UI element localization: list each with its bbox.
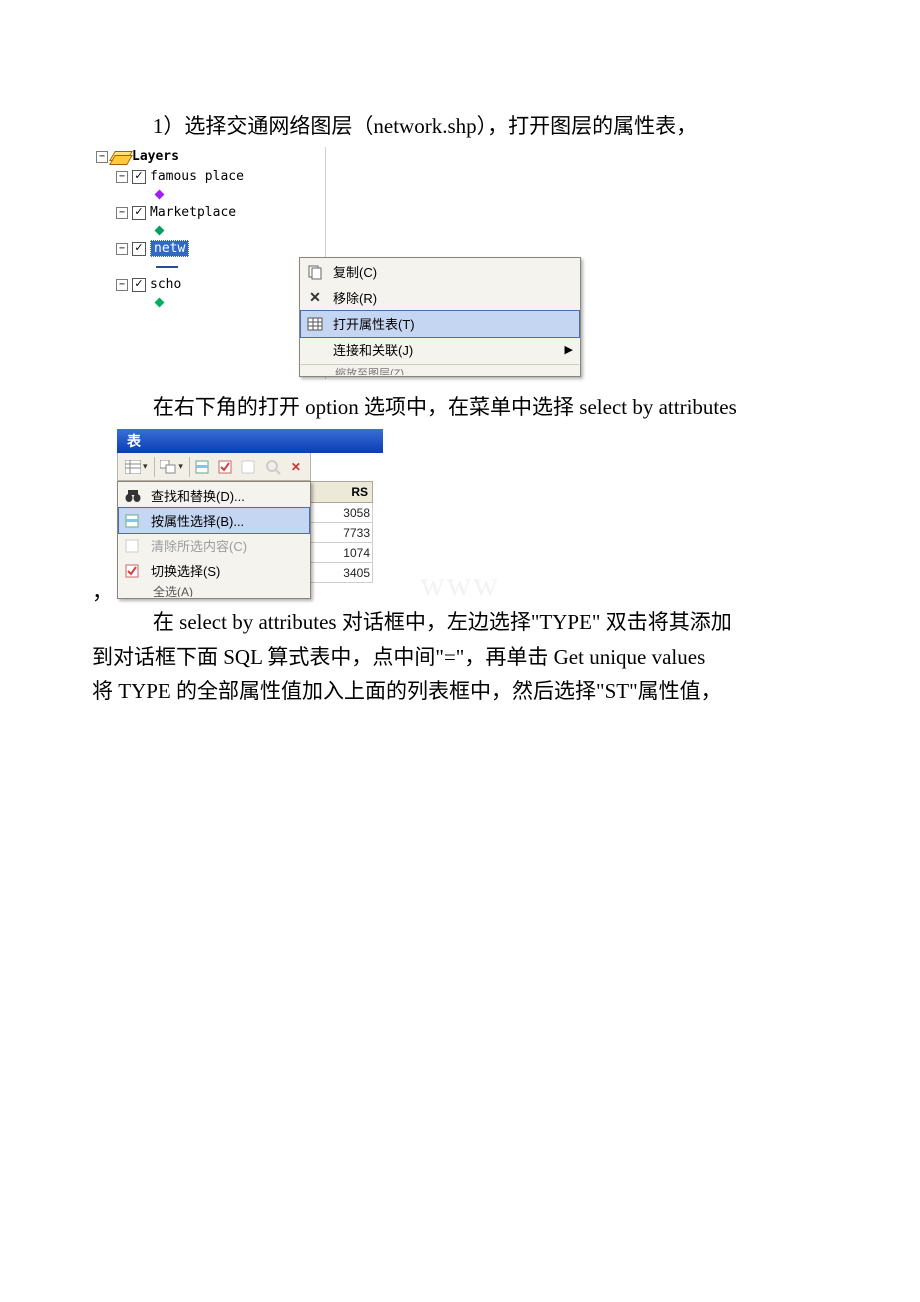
table-window-titlebar: 表 bbox=[117, 429, 383, 453]
option-cut-row: 全选(A) bbox=[119, 583, 309, 597]
paragraph-2: 在右下角的打开 option 选项中，在菜单中选择 select by attr… bbox=[92, 391, 828, 424]
toolbar-separator bbox=[154, 457, 155, 477]
checkbox-icon[interactable]: ✓ bbox=[132, 278, 146, 292]
copy-icon bbox=[305, 262, 325, 282]
paragraph-3-line-2: 到对话框下面 SQL 算式表中，点中间"="，再单击 Get unique va… bbox=[92, 641, 828, 674]
stray-comma: ， bbox=[92, 576, 113, 606]
collapse-icon[interactable]: − bbox=[116, 243, 128, 255]
remove-icon: ✕ bbox=[305, 288, 325, 308]
layer-item-famous-place[interactable]: − ✓ famous place bbox=[92, 167, 325, 187]
table-window-title: 表 bbox=[127, 431, 141, 451]
context-menu-item-label: 移除(R) bbox=[333, 288, 377, 307]
option-label: 查找和替换(D)... bbox=[151, 486, 245, 505]
grid-cell: 1074 bbox=[309, 543, 373, 563]
screenshot-table-options-menu: 表 bbox=[117, 429, 383, 594]
delete-button[interactable]: ✕ bbox=[286, 455, 306, 479]
grid-cell: 3058 bbox=[309, 503, 373, 523]
option-clear-selection[interactable]: 清除所选内容(C) bbox=[119, 533, 309, 558]
table-icon bbox=[305, 314, 325, 334]
layer-symbol bbox=[92, 223, 325, 239]
context-menu-join-relate[interactable]: 连接和关联(J) ▶ bbox=[301, 337, 579, 363]
context-menu-remove[interactable]: ✕ 移除(R) bbox=[301, 285, 579, 311]
context-menu-copy[interactable]: 复制(C) bbox=[301, 259, 579, 285]
submenu-arrow-icon: ▶ bbox=[565, 343, 573, 356]
context-menu-item-label: 复制(C) bbox=[333, 262, 377, 281]
layers-icon bbox=[112, 151, 128, 163]
paragraph-2-text: 在右下角的打开 option 选项中，在菜单中选择 select by attr… bbox=[153, 395, 737, 419]
diamond-symbol-icon bbox=[155, 190, 165, 200]
table-toolbar: ✕ bbox=[117, 453, 311, 481]
context-menu: 复制(C) ✕ 移除(R) 打开属性表(T) 连接和关联(J) ▶ 缩放至图层(… bbox=[299, 257, 581, 377]
collapse-icon[interactable]: − bbox=[116, 207, 128, 219]
paragraph-1-text: 1）选择交通网络图层（network.shp），打开图层的属性表， bbox=[153, 114, 697, 138]
layer-label: famous place bbox=[150, 169, 244, 184]
paragraph-3b-text: 到对话框下面 SQL 算式表中，点中间"="，再单击 Get unique va… bbox=[92, 645, 705, 669]
option-label: 清除所选内容(C) bbox=[151, 536, 247, 555]
layer-label-selected: netw bbox=[150, 240, 189, 257]
diamond-symbol-icon bbox=[155, 226, 165, 236]
grid-cell: 7733 bbox=[309, 523, 373, 543]
layers-root-row[interactable]: − Layers bbox=[92, 147, 325, 167]
paragraph-1: 1）选择交通网络图层（network.shp），打开图层的属性表， bbox=[92, 110, 828, 143]
layer-label: Marketplace bbox=[150, 205, 236, 220]
table-options-button[interactable] bbox=[122, 455, 151, 479]
clear-selection-button[interactable] bbox=[239, 455, 259, 479]
toolbar-separator bbox=[189, 457, 190, 477]
layer-item-marketplace[interactable]: − ✓ Marketplace bbox=[92, 203, 325, 223]
related-tables-button[interactable] bbox=[157, 455, 186, 479]
grid-column-header[interactable]: RS bbox=[309, 481, 373, 503]
context-menu-open-attribute-table[interactable]: 打开属性表(T) bbox=[300, 310, 580, 338]
option-label: 切换选择(S) bbox=[151, 561, 220, 580]
context-menu-item-label: 打开属性表(T) bbox=[333, 314, 415, 333]
select-by-attributes-button[interactable] bbox=[193, 455, 213, 479]
checkbox-icon[interactable]: ✓ bbox=[132, 206, 146, 220]
paragraph-3-line-1: 在 select by attributes 对话框中，左边选择"TYPE" 双… bbox=[92, 606, 828, 639]
layer-symbol bbox=[92, 295, 325, 311]
switch-selection-icon bbox=[123, 561, 143, 581]
line-symbol-icon bbox=[156, 266, 178, 268]
paragraph-3-line-3: 将 TYPE 的全部属性值加入上面的列表框中，然后选择"ST"属性值， bbox=[92, 675, 828, 708]
screenshot-layers-context-menu: − Layers − ✓ famous place − ✓ Marketplac… bbox=[92, 147, 492, 379]
paragraph-3c-text: 将 TYPE 的全部属性值加入上面的列表框中，然后选择"ST"属性值， bbox=[92, 679, 722, 703]
clear-selection-icon bbox=[123, 536, 143, 556]
option-label: 按属性选择(B)... bbox=[151, 511, 244, 530]
paragraph-3a-text: 在 select by attributes 对话框中，左边选择"TYPE" 双… bbox=[153, 610, 732, 634]
checkbox-icon[interactable]: ✓ bbox=[132, 242, 146, 256]
collapse-icon[interactable]: − bbox=[96, 151, 108, 163]
layer-item-school[interactable]: − ✓ scho bbox=[92, 275, 325, 295]
binoculars-icon bbox=[123, 486, 143, 506]
layer-label: scho bbox=[150, 277, 181, 292]
zoom-selected-button[interactable] bbox=[263, 455, 283, 479]
collapse-icon[interactable]: − bbox=[116, 171, 128, 183]
switch-selection-button[interactable] bbox=[216, 455, 236, 479]
attribute-grid-peek: RS 3058 7733 1074 3405 bbox=[309, 481, 373, 583]
checkbox-icon[interactable]: ✓ bbox=[132, 170, 146, 184]
grid-cell: 3405 bbox=[309, 563, 373, 583]
context-menu-item-label: 连接和关联(J) bbox=[333, 340, 413, 359]
layers-root-label: Layers bbox=[132, 149, 179, 164]
layers-panel: − Layers − ✓ famous place − ✓ Marketplac… bbox=[92, 147, 326, 379]
select-by-attributes-icon bbox=[123, 511, 143, 531]
collapse-icon[interactable]: − bbox=[116, 279, 128, 291]
option-select-by-attributes[interactable]: 按属性选择(B)... bbox=[118, 507, 310, 534]
option-switch-selection[interactable]: 切换选择(S) bbox=[119, 558, 309, 583]
table-options-menu: 查找和替换(D)... 按属性选择(B)... 清除所选内容(C) bbox=[117, 481, 311, 599]
layer-symbol bbox=[92, 187, 325, 203]
context-menu-cut-row: 缩放至图层(Z) bbox=[301, 364, 579, 375]
layer-item-network-selected[interactable]: − ✓ netw bbox=[92, 239, 325, 259]
blank-icon bbox=[305, 340, 325, 360]
option-find-replace[interactable]: 查找和替换(D)... bbox=[119, 483, 309, 508]
diamond-symbol-icon bbox=[155, 298, 165, 308]
layer-symbol bbox=[92, 259, 325, 275]
